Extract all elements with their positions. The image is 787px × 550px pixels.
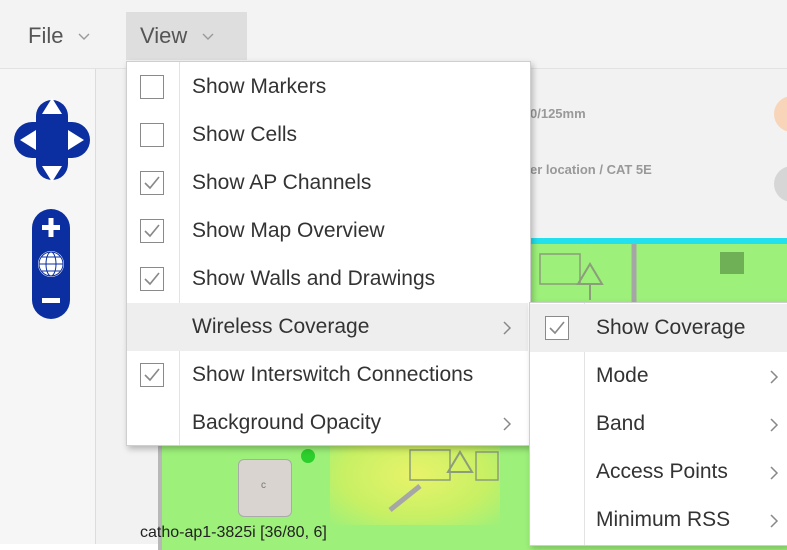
checkbox-unchecked[interactable] <box>140 75 164 99</box>
menu-item-mode[interactable]: Mode <box>530 352 787 400</box>
menu-item-label: Show AP Channels <box>192 171 372 194</box>
file-menu-button[interactable]: File <box>14 12 105 60</box>
menu-item-label: Show Map Overview <box>192 219 385 242</box>
checkmark-icon <box>549 321 565 335</box>
checkbox-unchecked[interactable] <box>140 123 164 147</box>
menu-item-background-opacity[interactable]: Background Opacity <box>127 399 528 447</box>
menu-item-minimum-rss[interactable]: Minimum RSS <box>530 496 787 544</box>
menu-item-wireless-coverage[interactable]: Wireless Coverage <box>127 303 528 351</box>
checkmark-icon <box>144 176 160 190</box>
chevron-right-icon <box>503 417 512 431</box>
chevron-right-icon <box>770 514 779 528</box>
chevron-right-icon <box>770 370 779 384</box>
zoom-control-icon[interactable] <box>30 209 72 319</box>
chevron-right-icon <box>770 418 779 432</box>
chevron-down-icon <box>202 33 214 40</box>
menu-item-label: Access Points <box>596 460 728 483</box>
checkmark-icon <box>144 368 160 382</box>
checkbox-checked[interactable] <box>140 171 164 195</box>
menu-item-label: Background Opacity <box>192 411 382 434</box>
menu-item-label: Minimum RSS <box>596 508 731 531</box>
menubar: File View <box>0 0 787 69</box>
menu-item-show-coverage[interactable]: Show Coverage <box>530 304 787 352</box>
map-info-text: 0/125mm <box>530 106 586 121</box>
pan-control-icon[interactable] <box>14 88 90 192</box>
chevron-right-icon <box>770 466 779 480</box>
menu-item-show-ap-channels[interactable]: Show AP Channels <box>127 159 528 207</box>
menu-item-show-interswitch[interactable]: Show Interswitch Connections <box>127 351 528 399</box>
menu-item-label: Show Cells <box>192 123 298 146</box>
floor-walls-drawing <box>388 449 499 512</box>
menu-item-show-walls[interactable]: Show Walls and Drawings <box>127 255 528 303</box>
view-menu-button[interactable]: View <box>126 12 247 60</box>
chevron-right-icon <box>503 321 512 335</box>
menu-item-label: Show Coverage <box>596 316 746 339</box>
checkmark-icon <box>144 224 160 238</box>
menu-item-label: Band <box>596 412 646 435</box>
file-menu-label: File <box>28 23 64 48</box>
menu-item-show-cells[interactable]: Show Cells <box>127 111 528 159</box>
status-dot <box>301 449 315 463</box>
checkbox-checked[interactable] <box>140 363 164 387</box>
checkmark-icon <box>144 272 160 286</box>
menu-item-label: Show Markers <box>192 75 327 98</box>
menu-item-label: Mode <box>596 364 649 387</box>
view-menu-dropdown: Show Markers Show Cells Show AP Channels… <box>126 61 531 446</box>
menu-item-label: Show Interswitch Connections <box>192 363 474 386</box>
checkbox-checked[interactable] <box>140 267 164 291</box>
menu-item-band[interactable]: Band <box>530 400 787 448</box>
checkbox-checked[interactable] <box>140 219 164 243</box>
menu-item-label: Wireless Coverage <box>192 315 370 338</box>
access-point-icon[interactable]: c <box>238 459 292 517</box>
chevron-down-icon <box>78 33 90 40</box>
view-menu-label: View <box>140 23 188 48</box>
menu-item-access-points[interactable]: Access Points <box>530 448 787 496</box>
menu-item-show-markers[interactable]: Show Markers <box>127 63 528 111</box>
menu-item-label: Show Walls and Drawings <box>192 267 436 290</box>
checkbox-checked[interactable] <box>545 316 569 340</box>
menu-item-show-map-overview[interactable]: Show Map Overview <box>127 207 528 255</box>
wireless-coverage-submenu: Show Coverage Mode Band Access Points Mi… <box>529 302 787 546</box>
ap-icon-text: c <box>261 480 266 491</box>
map-info-text: er location / CAT 5E <box>530 162 652 177</box>
ap-label[interactable]: catho-ap1-3825i [36/80, 6] <box>140 524 327 542</box>
